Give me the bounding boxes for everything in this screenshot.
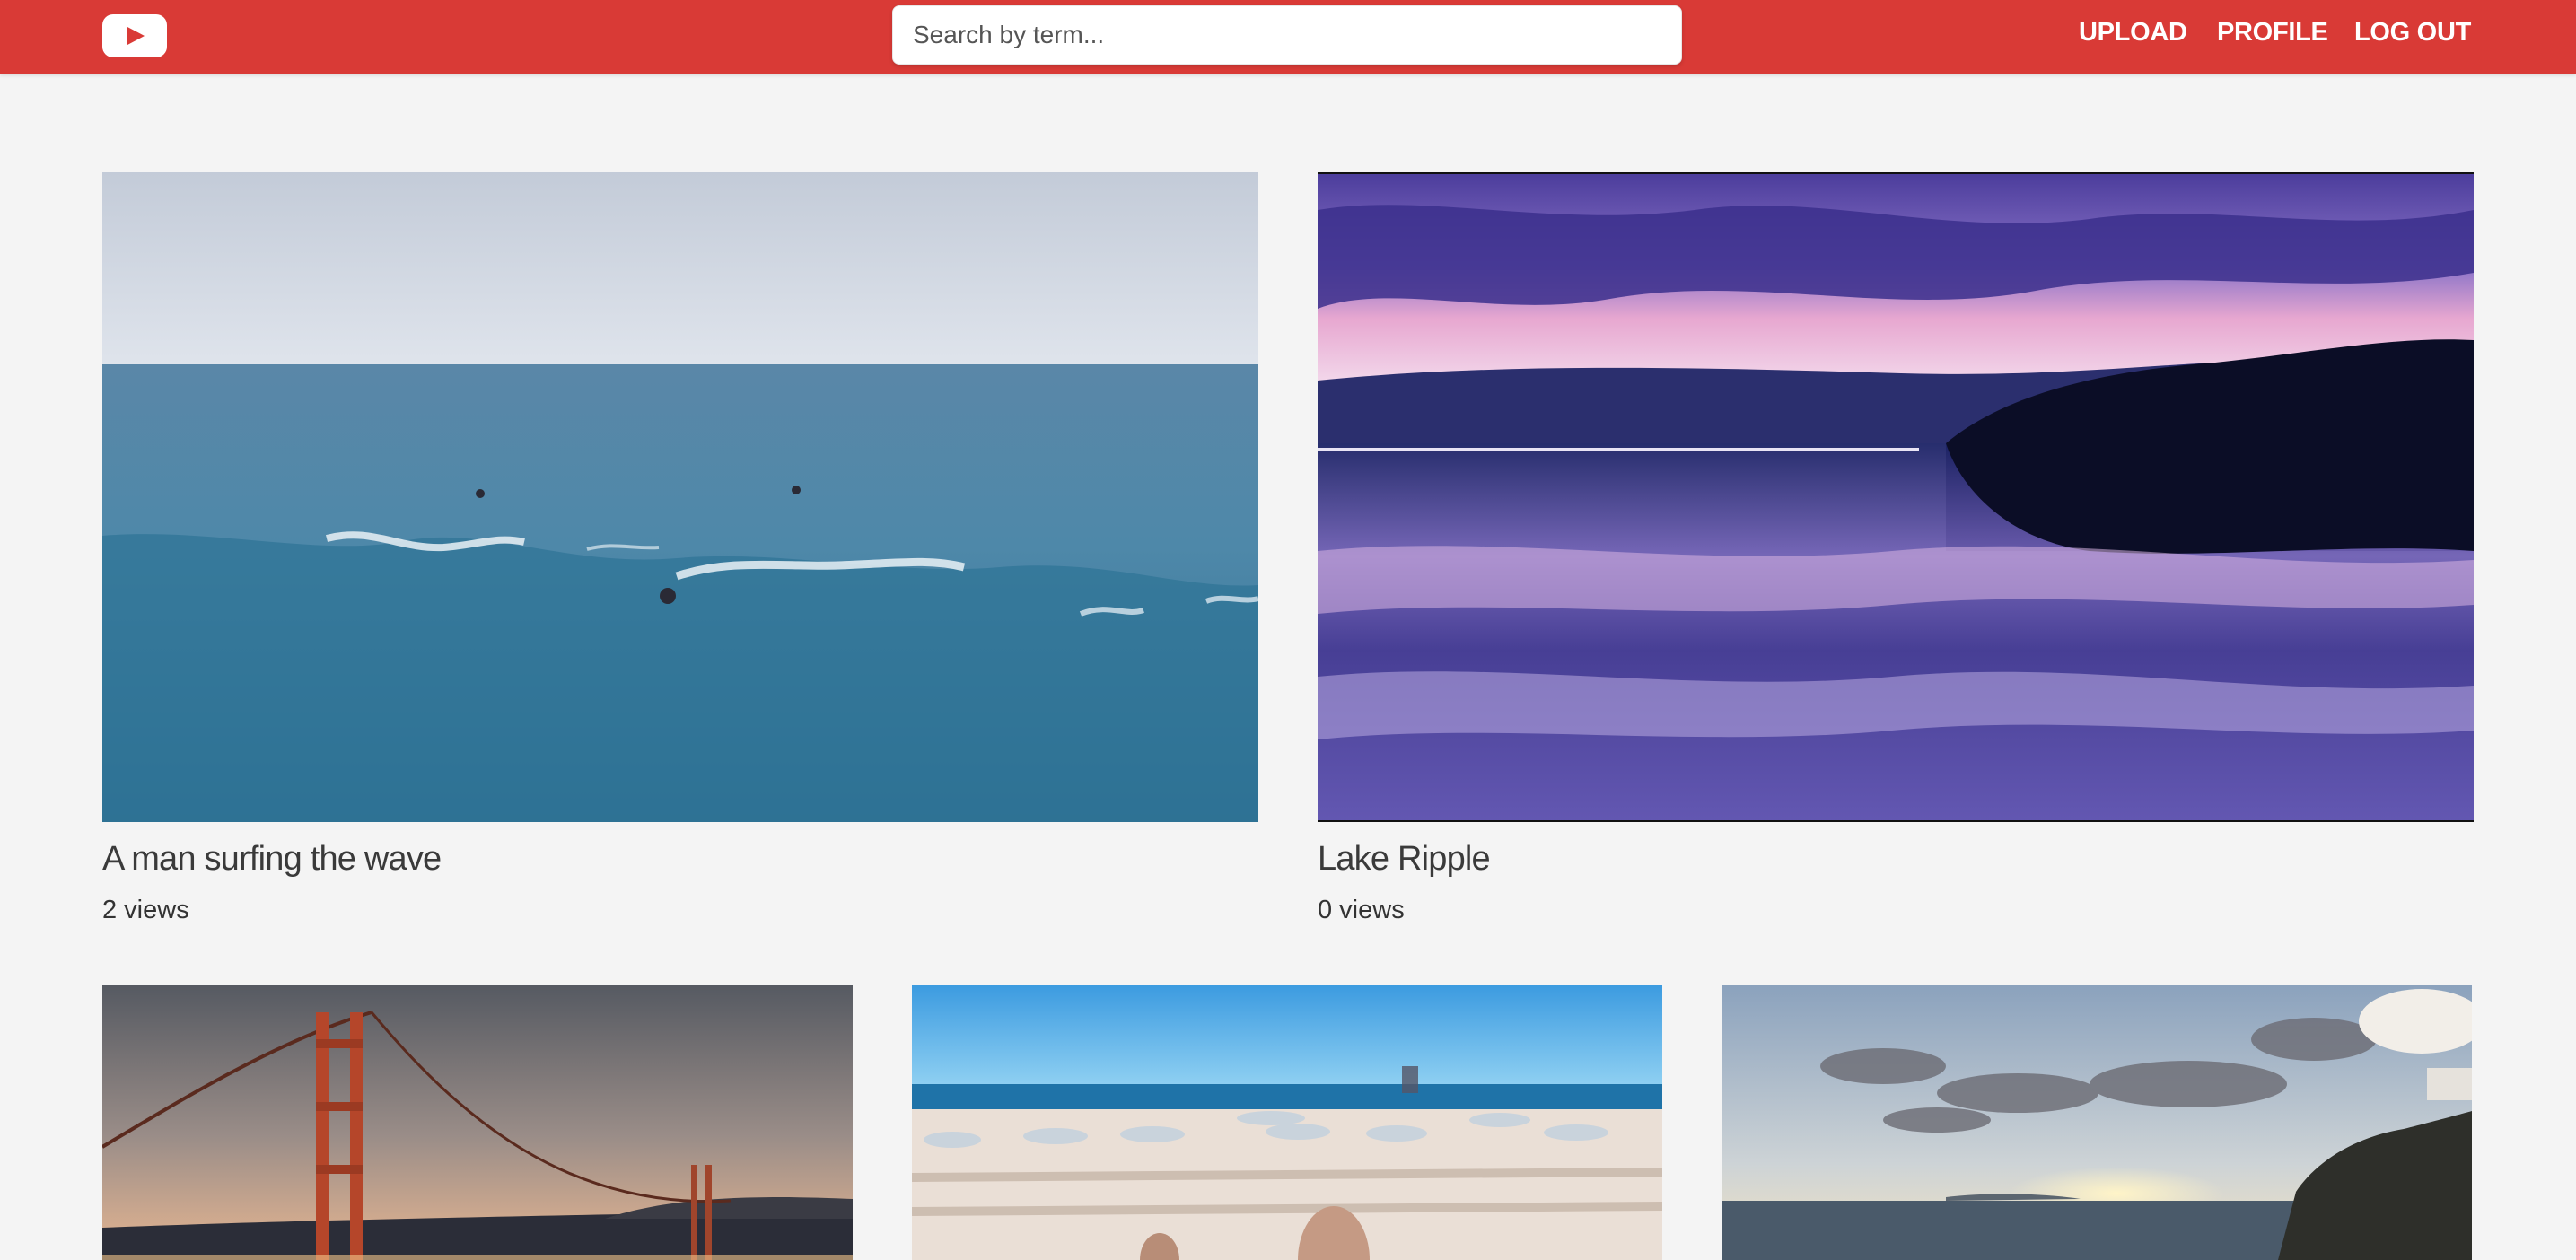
video-card[interactable]: Lake Ripple 0 views (1318, 172, 2474, 935)
profile-link[interactable]: PROFILE (2217, 18, 2328, 54)
video-thumbnail-bridge[interactable] (102, 985, 853, 1260)
search-input[interactable] (892, 5, 1682, 65)
video-thumbnail-coast[interactable] (1722, 985, 2472, 1260)
video-thumbnail-beach[interactable] (912, 985, 1662, 1260)
video-card[interactable] (912, 985, 1662, 1260)
video-card[interactable] (102, 985, 853, 1260)
video-card[interactable] (1722, 985, 2472, 1260)
video-views: 0 views (1318, 896, 1405, 924)
top-navigation-bar: UPLOAD PROFILE LOG OUT (0, 0, 2576, 74)
video-card[interactable]: A man surfing the wave 2 views (102, 172, 1258, 935)
youtube-logo-icon[interactable] (102, 14, 167, 57)
video-thumbnail-surfing[interactable] (102, 172, 1258, 822)
logout-link[interactable]: LOG OUT (2354, 18, 2471, 54)
video-views: 2 views (102, 896, 189, 924)
play-icon (127, 27, 145, 45)
video-title[interactable]: Lake Ripple (1318, 840, 1491, 879)
video-thumbnail-lake[interactable] (1318, 172, 2474, 822)
upload-link[interactable]: UPLOAD (2079, 18, 2187, 54)
video-title[interactable]: A man surfing the wave (102, 840, 442, 879)
